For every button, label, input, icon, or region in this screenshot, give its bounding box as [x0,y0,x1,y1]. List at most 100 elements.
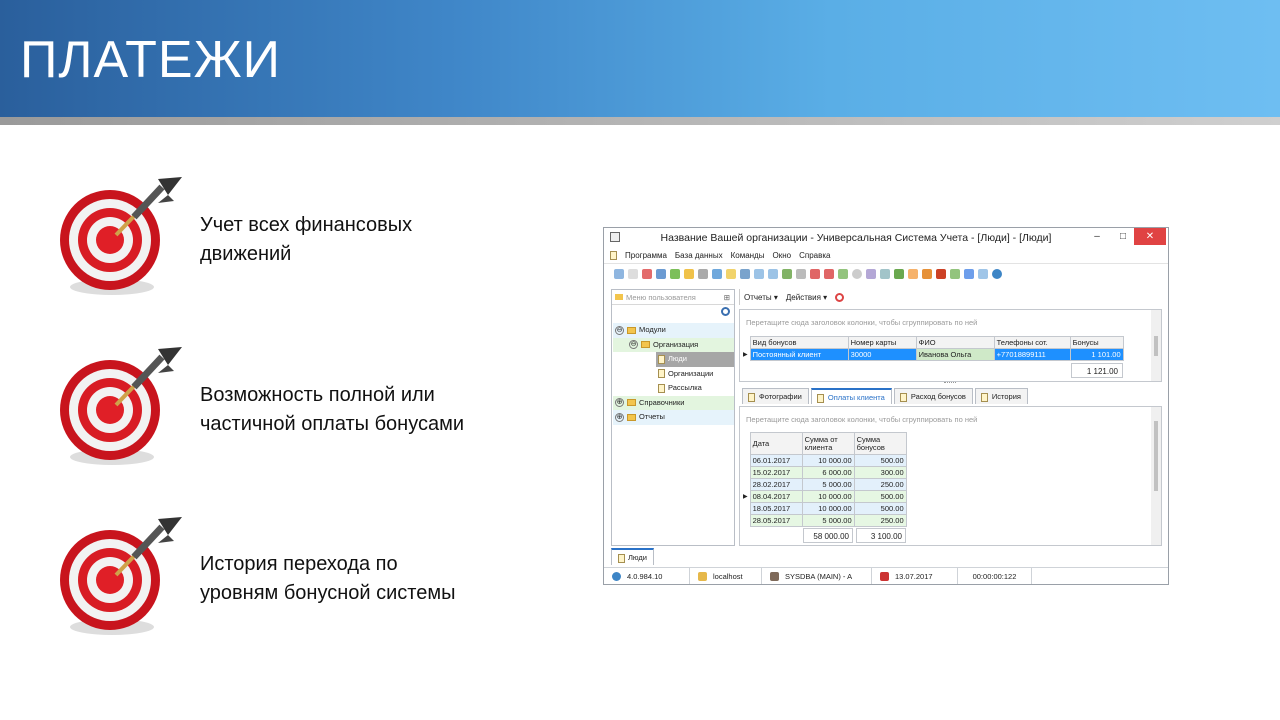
table-row[interactable]: 18.05.2017 10 000.00 500.00 [741,502,907,515]
table-row[interactable]: ▶ Постоянный клиент 30000 Иванова Ольга … [741,348,1124,361]
banner-divider [0,117,1280,125]
splitter[interactable] [944,382,956,383]
bullet-text-3: История перехода по уровням бонусной сис… [200,553,456,604]
calendar-icon[interactable] [950,268,960,279]
vertical-scrollbar[interactable] [1151,310,1161,381]
folder-icon [627,326,636,334]
bonus-sum-total: 3 100.00 [856,528,906,543]
window-icon[interactable] [810,268,820,279]
table-row[interactable]: 28.05.2017 5 000.00 250.00 [741,514,907,527]
document-icon [658,369,665,379]
title-banner: ПЛАТЕЖИ [0,0,1280,117]
tree-item-reports[interactable]: ⊕ Отчеты [613,410,734,425]
search-icon[interactable] [656,268,666,279]
tree-item-modules[interactable]: ⊖ Модули [613,323,734,338]
reports-dropdown[interactable]: Отчеты ▾ [744,293,778,302]
brush-icon[interactable] [880,268,890,279]
books-icon[interactable] [838,268,848,279]
refresh-icon[interactable] [670,268,680,279]
sort-down-icon[interactable] [768,268,778,279]
printer-icon[interactable] [964,268,974,279]
tree-item-people[interactable]: Люди [656,352,734,367]
menu-program[interactable]: Программа [621,251,671,260]
print-preview-icon[interactable] [796,268,806,279]
status-time: 00:00:00:122 [958,568,1032,584]
col-header[interactable]: Дата [749,432,803,455]
row-indicator: ▶ [743,494,748,500]
sort-up-icon[interactable] [754,268,764,279]
expand-icon[interactable]: ⊕ [615,398,624,408]
col-header[interactable]: Сумма от клиента [801,432,855,455]
photo-icon [748,392,755,402]
slide-title: ПЛАТЕЖИ [20,31,281,89]
main-content: Отчеты ▾ Действия ▾ Перетащите сюда заго… [739,289,1162,564]
copy-icon[interactable] [628,268,638,279]
status-date: 13.07.2017 [872,568,958,584]
menu-help[interactable]: Справка [795,251,834,260]
vertical-scrollbar[interactable] [1151,407,1161,545]
tree-item-references[interactable]: ⊕ Справочники [613,395,734,410]
clear-filter-icon[interactable] [698,268,708,279]
tree-item-organizations[interactable]: Организации [656,367,734,382]
col-header[interactable]: Вид бонусов [749,336,849,349]
minimize-button[interactable]: – [1084,228,1110,245]
menu-commands[interactable]: Команды [727,251,769,260]
payments-table: Дата Сумма от клиента Сумма бонусов 06.0… [741,432,907,527]
info-circle-icon[interactable] [852,268,862,279]
tab-history[interactable]: История [974,388,1028,404]
close-button[interactable]: ✕ [1134,228,1166,245]
table-row[interactable]: 06.01.2017 10 000.00 500.00 [741,454,907,467]
col-header[interactable]: Бонусы [1069,336,1124,349]
tab-photos[interactable]: Фотографии [742,388,809,404]
export-icon[interactable] [740,268,750,279]
pin-icon[interactable]: ⊞ [724,290,730,305]
maximize-button[interactable]: □ [1110,228,1136,245]
folder-icon[interactable] [726,268,736,279]
status-version: 4.0.984.10 [604,568,690,584]
window-titlebar: Название Вашей организации - Универсальн… [604,228,1168,247]
info-icon [612,571,621,581]
tab-bonus-spending[interactable]: Расход бонусов [893,388,973,404]
search-icon[interactable] [721,307,730,316]
col-header[interactable]: Телефоны сот. [993,336,1071,349]
chart-icon[interactable] [894,268,904,279]
table-row[interactable]: 28.02.2017 5 000.00 250.00 [741,478,907,491]
table-row[interactable]: 15.02.2017 6 000.00 300.00 [741,466,907,479]
col-header[interactable]: Номер карты [847,336,917,349]
collapse-icon[interactable]: ⊖ [629,340,638,350]
user-menu-panel: Меню пользователя ⊞ ⊖ Модули ⊖ Организация… [611,289,735,546]
add-record-icon[interactable] [712,268,722,279]
row-indicator: ▶ [743,352,748,358]
group-hint: Перетащите сюда заголовок колонки, чтобы… [746,318,978,327]
users-icon[interactable] [922,268,932,279]
tree-item-mailing[interactable]: Рассылка [656,381,734,396]
delete-icon[interactable] [642,268,652,279]
excel-icon[interactable] [782,268,792,279]
menu-window[interactable]: Окно [768,251,795,260]
about-icon[interactable] [992,268,1002,279]
stop-icon[interactable] [835,292,845,302]
col-header[interactable]: ФИО [915,336,995,349]
filter-icon[interactable] [684,268,694,279]
actions-dropdown[interactable]: Действия ▾ [786,293,827,302]
lock-icon[interactable] [908,268,918,279]
calendar-icon [880,571,889,581]
tab-people[interactable]: Люди [611,548,654,565]
send-icon[interactable] [978,268,988,279]
collapse-icon[interactable]: ⊖ [615,325,624,335]
database-icon [698,571,707,581]
menu-database[interactable]: База данных [671,251,727,260]
table-row[interactable]: ▶ 08.04.2017 10 000.00 500.00 [741,490,907,503]
main-toolbar [604,263,1168,283]
expand-icon[interactable]: ⊕ [615,412,624,422]
tab-client-payments[interactable]: Оплаты клиента [810,388,892,404]
history-icon [980,392,988,402]
transfer-icon[interactable] [936,268,946,279]
tools-icon[interactable] [866,268,876,279]
window2-icon[interactable] [824,268,834,279]
tree-item-organization[interactable]: ⊖ Организация [613,337,734,352]
col-header[interactable]: Сумма бонусов [853,432,907,455]
menu-bar: Программа База данных Команды Окно Справ… [604,247,1168,263]
new-icon[interactable] [614,268,624,279]
bonus-total: 1 121.00 [1071,363,1123,378]
